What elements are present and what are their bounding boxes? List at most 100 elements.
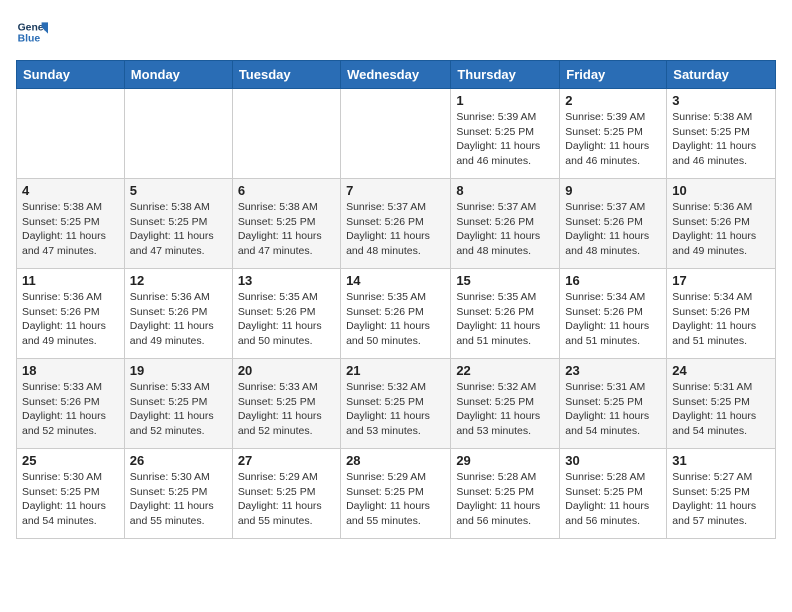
day-detail: Sunrise: 5:33 AM Sunset: 5:25 PM Dayligh… [238, 380, 335, 439]
day-number: 9 [565, 183, 661, 198]
weekday-header: Tuesday [232, 61, 340, 89]
day-detail: Sunrise: 5:29 AM Sunset: 5:25 PM Dayligh… [346, 470, 445, 529]
calendar-week-row: 25 Sunrise: 5:30 AM Sunset: 5:25 PM Dayli… [17, 449, 776, 539]
calendar-cell: 11 Sunrise: 5:36 AM Sunset: 5:26 PM Dayli… [17, 269, 125, 359]
calendar-cell: 22 Sunrise: 5:32 AM Sunset: 5:25 PM Dayli… [451, 359, 560, 449]
day-detail: Sunrise: 5:36 AM Sunset: 5:26 PM Dayligh… [22, 290, 119, 349]
calendar-cell [17, 89, 125, 179]
day-number: 1 [456, 93, 554, 108]
calendar-cell: 21 Sunrise: 5:32 AM Sunset: 5:25 PM Dayli… [341, 359, 451, 449]
calendar-week-row: 4 Sunrise: 5:38 AM Sunset: 5:25 PM Daylig… [17, 179, 776, 269]
day-number: 14 [346, 273, 445, 288]
calendar-cell: 3 Sunrise: 5:38 AM Sunset: 5:25 PM Daylig… [667, 89, 776, 179]
day-detail: Sunrise: 5:32 AM Sunset: 5:25 PM Dayligh… [456, 380, 554, 439]
day-number: 3 [672, 93, 770, 108]
day-detail: Sunrise: 5:36 AM Sunset: 5:26 PM Dayligh… [130, 290, 227, 349]
day-number: 15 [456, 273, 554, 288]
day-number: 12 [130, 273, 227, 288]
day-number: 19 [130, 363, 227, 378]
day-detail: Sunrise: 5:33 AM Sunset: 5:26 PM Dayligh… [22, 380, 119, 439]
day-number: 8 [456, 183, 554, 198]
day-number: 21 [346, 363, 445, 378]
day-number: 27 [238, 453, 335, 468]
day-detail: Sunrise: 5:37 AM Sunset: 5:26 PM Dayligh… [565, 200, 661, 259]
day-detail: Sunrise: 5:37 AM Sunset: 5:26 PM Dayligh… [346, 200, 445, 259]
calendar-cell: 7 Sunrise: 5:37 AM Sunset: 5:26 PM Daylig… [341, 179, 451, 269]
calendar-cell: 30 Sunrise: 5:28 AM Sunset: 5:25 PM Dayli… [560, 449, 667, 539]
calendar-cell [124, 89, 232, 179]
day-detail: Sunrise: 5:30 AM Sunset: 5:25 PM Dayligh… [130, 470, 227, 529]
day-detail: Sunrise: 5:28 AM Sunset: 5:25 PM Dayligh… [565, 470, 661, 529]
day-number: 4 [22, 183, 119, 198]
calendar-cell: 13 Sunrise: 5:35 AM Sunset: 5:26 PM Dayli… [232, 269, 340, 359]
day-detail: Sunrise: 5:37 AM Sunset: 5:26 PM Dayligh… [456, 200, 554, 259]
day-number: 11 [22, 273, 119, 288]
calendar-cell: 15 Sunrise: 5:35 AM Sunset: 5:26 PM Dayli… [451, 269, 560, 359]
calendar-cell: 2Sunrise: 5:39 AM Sunset: 5:25 PM Daylig… [560, 89, 667, 179]
logo: General Blue [16, 16, 52, 48]
day-number: 6 [238, 183, 335, 198]
day-detail: Sunrise: 5:28 AM Sunset: 5:25 PM Dayligh… [456, 470, 554, 529]
day-number: 25 [22, 453, 119, 468]
day-detail: Sunrise: 5:32 AM Sunset: 5:25 PM Dayligh… [346, 380, 445, 439]
header: General Blue [16, 16, 776, 48]
day-number: 10 [672, 183, 770, 198]
calendar-cell: 24 Sunrise: 5:31 AM Sunset: 5:25 PM Dayli… [667, 359, 776, 449]
day-number: 24 [672, 363, 770, 378]
weekday-header: Sunday [17, 61, 125, 89]
day-detail: Sunrise: 5:29 AM Sunset: 5:25 PM Dayligh… [238, 470, 335, 529]
calendar-cell: 26 Sunrise: 5:30 AM Sunset: 5:25 PM Dayli… [124, 449, 232, 539]
day-detail: Sunrise: 5:35 AM Sunset: 5:26 PM Dayligh… [456, 290, 554, 349]
day-detail: Sunrise: 5:33 AM Sunset: 5:25 PM Dayligh… [130, 380, 227, 439]
calendar-cell [232, 89, 340, 179]
calendar-cell: 28 Sunrise: 5:29 AM Sunset: 5:25 PM Dayli… [341, 449, 451, 539]
logo-icon: General Blue [16, 16, 48, 48]
calendar-week-row: 1 Sunrise: 5:39 AM Sunset: 5:25 PM Daylig… [17, 89, 776, 179]
calendar-cell: 19 Sunrise: 5:33 AM Sunset: 5:25 PM Dayli… [124, 359, 232, 449]
day-detail: Sunrise: 5:30 AM Sunset: 5:25 PM Dayligh… [22, 470, 119, 529]
calendar-cell: 12 Sunrise: 5:36 AM Sunset: 5:26 PM Dayli… [124, 269, 232, 359]
calendar-cell: 8 Sunrise: 5:37 AM Sunset: 5:26 PM Daylig… [451, 179, 560, 269]
day-detail: Sunrise: 5:35 AM Sunset: 5:26 PM Dayligh… [346, 290, 445, 349]
calendar-cell: 17 Sunrise: 5:34 AM Sunset: 5:26 PM Dayli… [667, 269, 776, 359]
day-detail: Sunrise: 5:34 AM Sunset: 5:26 PM Dayligh… [565, 290, 661, 349]
day-number: 30 [565, 453, 661, 468]
calendar-cell: 9 Sunrise: 5:37 AM Sunset: 5:26 PM Daylig… [560, 179, 667, 269]
day-number: 23 [565, 363, 661, 378]
day-detail: Sunrise: 5:31 AM Sunset: 5:25 PM Dayligh… [672, 380, 770, 439]
calendar-cell: 1 Sunrise: 5:39 AM Sunset: 5:25 PM Daylig… [451, 89, 560, 179]
day-number: 28 [346, 453, 445, 468]
weekday-header: Wednesday [341, 61, 451, 89]
day-detail: Sunrise: 5:38 AM Sunset: 5:25 PM Dayligh… [672, 110, 770, 169]
day-number: 20 [238, 363, 335, 378]
calendar-table: SundayMondayTuesdayWednesdayThursdayFrid… [16, 60, 776, 539]
day-number: 26 [130, 453, 227, 468]
calendar-cell: 18 Sunrise: 5:33 AM Sunset: 5:26 PM Dayli… [17, 359, 125, 449]
day-detail: Sunrise: 5:39 AM Sunset: 5:25 PM Dayligh… [456, 110, 554, 169]
calendar-cell: 20 Sunrise: 5:33 AM Sunset: 5:25 PM Dayli… [232, 359, 340, 449]
day-detail: Sunrise: 5:35 AM Sunset: 5:26 PM Dayligh… [238, 290, 335, 349]
day-number: 13 [238, 273, 335, 288]
day-detail: Sunrise: 5:38 AM Sunset: 5:25 PM Dayligh… [130, 200, 227, 259]
weekday-header: Saturday [667, 61, 776, 89]
day-number: 5 [130, 183, 227, 198]
calendar-cell: 16Sunrise: 5:34 AM Sunset: 5:26 PM Dayli… [560, 269, 667, 359]
calendar-cell: 10 Sunrise: 5:36 AM Sunset: 5:26 PM Dayli… [667, 179, 776, 269]
calendar-cell: 29Sunrise: 5:28 AM Sunset: 5:25 PM Dayli… [451, 449, 560, 539]
day-number: 31 [672, 453, 770, 468]
calendar-cell: 5 Sunrise: 5:38 AM Sunset: 5:25 PM Daylig… [124, 179, 232, 269]
calendar-week-row: 18 Sunrise: 5:33 AM Sunset: 5:26 PM Dayli… [17, 359, 776, 449]
calendar-cell: 4 Sunrise: 5:38 AM Sunset: 5:25 PM Daylig… [17, 179, 125, 269]
weekday-header-row: SundayMondayTuesdayWednesdayThursdayFrid… [17, 61, 776, 89]
calendar-cell: 14 Sunrise: 5:35 AM Sunset: 5:26 PM Dayli… [341, 269, 451, 359]
day-number: 7 [346, 183, 445, 198]
day-number: 22 [456, 363, 554, 378]
weekday-header: Monday [124, 61, 232, 89]
day-detail: Sunrise: 5:36 AM Sunset: 5:26 PM Dayligh… [672, 200, 770, 259]
day-detail: Sunrise: 5:38 AM Sunset: 5:25 PM Dayligh… [22, 200, 119, 259]
calendar-week-row: 11 Sunrise: 5:36 AM Sunset: 5:26 PM Dayli… [17, 269, 776, 359]
day-number: 17 [672, 273, 770, 288]
day-detail: Sunrise: 5:34 AM Sunset: 5:26 PM Dayligh… [672, 290, 770, 349]
day-number: 18 [22, 363, 119, 378]
calendar-cell: 25 Sunrise: 5:30 AM Sunset: 5:25 PM Dayli… [17, 449, 125, 539]
